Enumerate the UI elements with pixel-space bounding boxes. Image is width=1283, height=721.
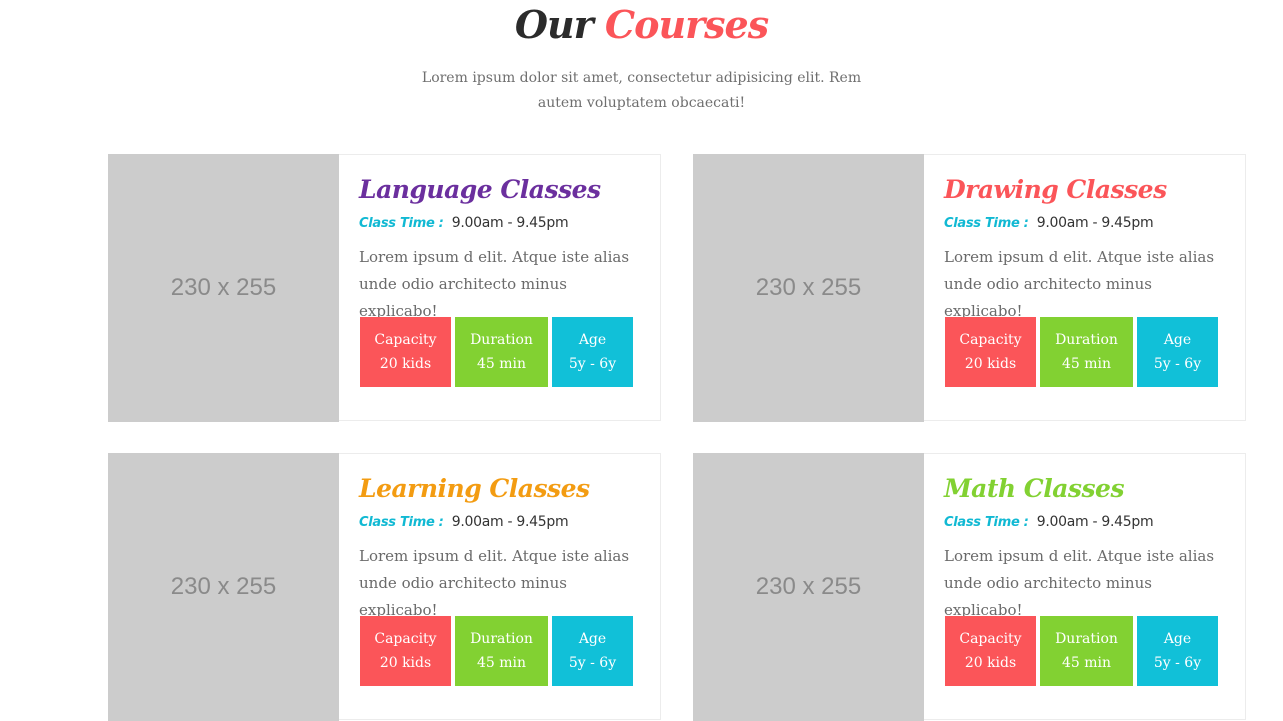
class-time-label: Class Time :	[944, 216, 1029, 231]
capacity-box: Capacity 20 kids	[360, 317, 451, 387]
course-image-placeholder: 230 x 255	[693, 154, 924, 422]
age-value: 5y - 6y	[568, 655, 617, 671]
course-card-language[interactable]: 230 x 255 Language Classes Class Time : …	[108, 154, 661, 422]
age-value: 5y - 6y	[1153, 655, 1202, 671]
capacity-label: Capacity	[959, 631, 1022, 647]
duration-value: 45 min	[476, 356, 527, 372]
title-part-2: Courses	[604, 2, 769, 47]
course-image-placeholder: 230 x 255	[108, 453, 339, 721]
age-value: 5y - 6y	[568, 356, 617, 372]
duration-box: Duration 45 min	[455, 616, 548, 686]
course-card-drawing[interactable]: 230 x 255 Drawing Classes Class Time : 9…	[693, 154, 1246, 422]
class-time-value: 9.00am - 9.45pm	[451, 215, 569, 231]
course-image-placeholder: 230 x 255	[693, 453, 924, 721]
duration-label: Duration	[470, 332, 533, 348]
capacity-value: 20 kids	[964, 356, 1017, 372]
course-title[interactable]: Language Classes	[359, 171, 649, 209]
capacity-box: Capacity 20 kids	[360, 616, 451, 686]
course-title[interactable]: Math Classes	[944, 470, 1234, 508]
class-time: Class Time : 9.00am - 9.45pm	[944, 213, 1234, 234]
capacity-value: 20 kids	[379, 356, 432, 372]
age-label: Age	[578, 332, 607, 348]
class-time-label: Class Time :	[944, 515, 1029, 530]
class-time-label: Class Time :	[359, 216, 444, 231]
duration-box: Duration 45 min	[1040, 616, 1133, 686]
duration-label: Duration	[1055, 631, 1118, 647]
duration-label: Duration	[1055, 332, 1118, 348]
course-stats: Capacity 20 kids Duration 45 min Age 5y …	[945, 317, 1218, 387]
capacity-label: Capacity	[374, 332, 437, 348]
capacity-box: Capacity 20 kids	[945, 616, 1036, 686]
course-description: Lorem ipsum d elit. Atque iste alias und…	[944, 248, 1215, 320]
class-time: Class Time : 9.00am - 9.45pm	[359, 213, 649, 234]
course-title[interactable]: Drawing Classes	[944, 171, 1234, 209]
class-time: Class Time : 9.00am - 9.45pm	[359, 512, 649, 533]
duration-value: 45 min	[476, 655, 527, 671]
course-stats: Capacity 20 kids Duration 45 min Age 5y …	[360, 317, 633, 387]
course-stats: Capacity 20 kids Duration 45 min Age 5y …	[360, 616, 633, 686]
class-time-value: 9.00am - 9.45pm	[1036, 514, 1154, 530]
course-description: Lorem ipsum d elit. Atque iste alias und…	[359, 547, 630, 619]
class-time-value: 9.00am - 9.45pm	[451, 514, 569, 530]
duration-label: Duration	[470, 631, 533, 647]
course-description: Lorem ipsum d elit. Atque iste alias und…	[944, 547, 1215, 619]
class-time-label: Class Time :	[359, 515, 444, 530]
capacity-label: Capacity	[959, 332, 1022, 348]
capacity-value: 20 kids	[379, 655, 432, 671]
age-label: Age	[578, 631, 607, 647]
duration-box: Duration 45 min	[455, 317, 548, 387]
course-description: Lorem ipsum d elit. Atque iste alias und…	[359, 248, 630, 320]
age-label: Age	[1163, 631, 1192, 647]
course-card-math[interactable]: 230 x 255 Math Classes Class Time : 9.00…	[693, 453, 1246, 721]
age-box: Age 5y - 6y	[1137, 616, 1218, 686]
age-value: 5y - 6y	[1153, 356, 1202, 372]
duration-value: 45 min	[1061, 655, 1112, 671]
class-time-value: 9.00am - 9.45pm	[1036, 215, 1154, 231]
class-time: Class Time : 9.00am - 9.45pm	[944, 512, 1234, 533]
course-title[interactable]: Learning Classes	[359, 470, 649, 508]
capacity-box: Capacity 20 kids	[945, 317, 1036, 387]
age-box: Age 5y - 6y	[552, 317, 633, 387]
age-box: Age 5y - 6y	[1137, 317, 1218, 387]
title-part-1: Our	[514, 2, 594, 47]
duration-box: Duration 45 min	[1040, 317, 1133, 387]
course-card-learning[interactable]: 230 x 255 Learning Classes Class Time : …	[108, 453, 661, 721]
age-label: Age	[1163, 332, 1192, 348]
course-image-placeholder: 230 x 255	[108, 154, 339, 422]
section-heading: Our Courses Lorem ipsum dolor sit amet, …	[0, 0, 1283, 116]
page-title: Our Courses	[0, 0, 1283, 50]
capacity-label: Capacity	[374, 631, 437, 647]
duration-value: 45 min	[1061, 356, 1112, 372]
capacity-value: 20 kids	[964, 655, 1017, 671]
age-box: Age 5y - 6y	[552, 616, 633, 686]
course-stats: Capacity 20 kids Duration 45 min Age 5y …	[945, 616, 1218, 686]
section-subtitle: Lorem ipsum dolor sit amet, consectetur …	[421, 70, 862, 111]
